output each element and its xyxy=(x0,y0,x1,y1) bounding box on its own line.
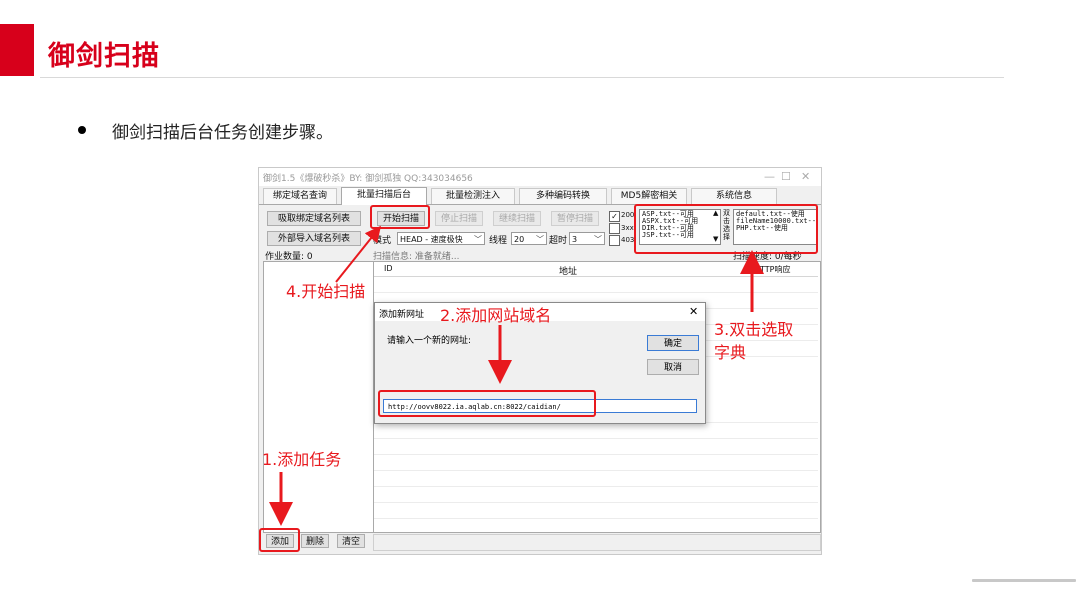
arrow-step4 xyxy=(335,225,381,283)
annotation-arrows xyxy=(269,225,764,526)
